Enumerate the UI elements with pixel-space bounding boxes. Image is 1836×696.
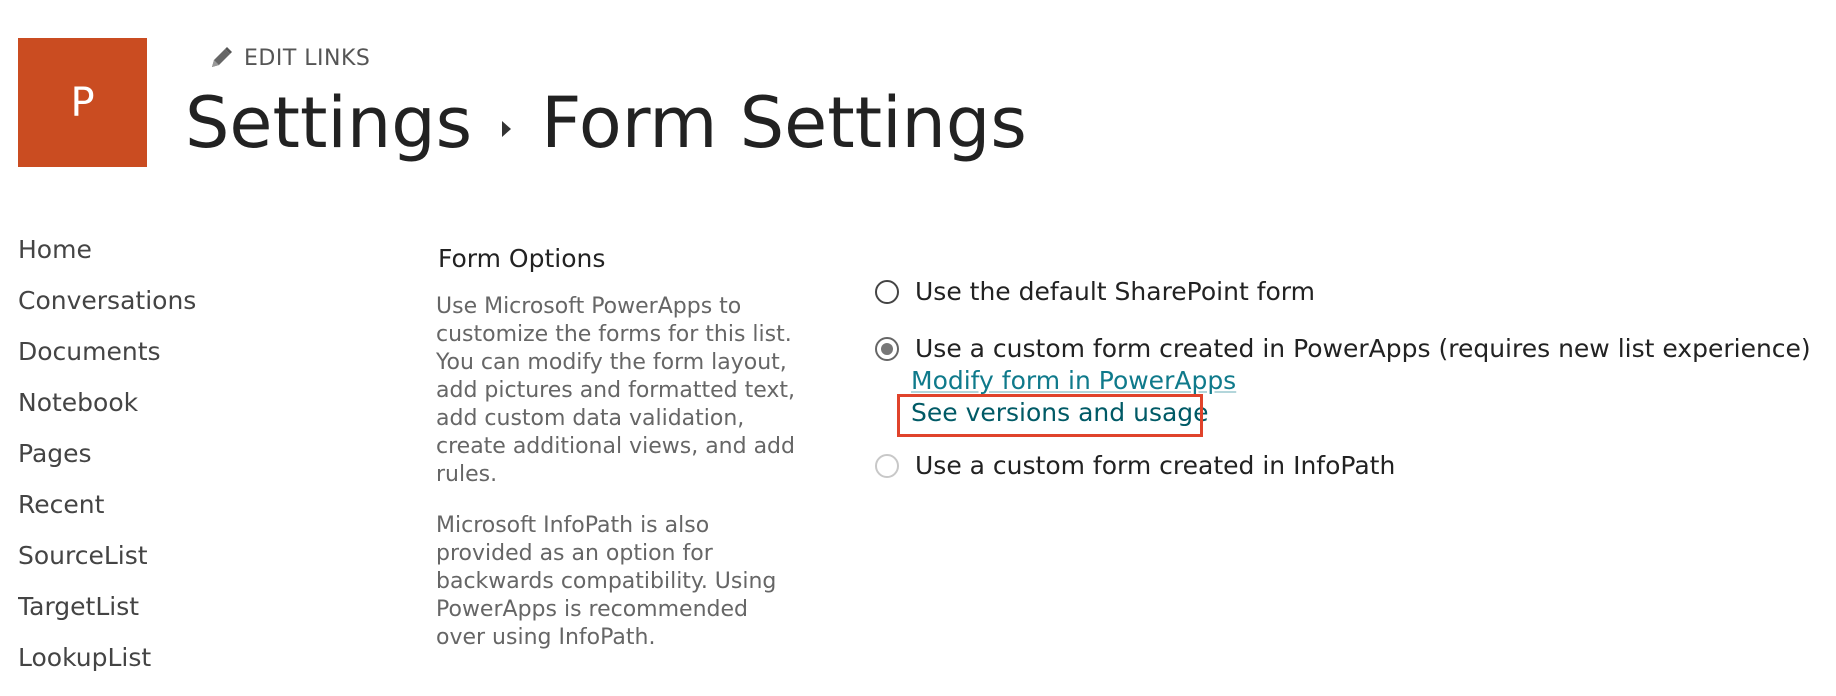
- radio-powerapps-form[interactable]: [875, 336, 899, 361]
- quick-launch-nav: Home Conversations Documents Notebook Pa…: [18, 224, 298, 696]
- edit-links-button[interactable]: EDIT LINKS: [208, 45, 370, 71]
- nav-item-pages[interactable]: Pages: [18, 428, 298, 479]
- nav-item-sourcelist[interactable]: SourceList: [18, 530, 298, 581]
- option-default-form[interactable]: Use the default SharePoint form: [875, 277, 1315, 306]
- breadcrumb-settings-link[interactable]: Settings: [185, 82, 472, 164]
- nav-item-recent[interactable]: Recent: [18, 479, 298, 530]
- nav-item-targetlist[interactable]: TargetList: [18, 581, 298, 632]
- nav-item-notebook[interactable]: Notebook: [18, 377, 298, 428]
- page-title: Form Settings: [541, 82, 1027, 164]
- breadcrumb: Settings Form Settings: [185, 80, 1027, 166]
- option-powerapps-form[interactable]: Use a custom form created in PowerApps (…: [875, 334, 1811, 363]
- pencil-icon: [212, 47, 232, 67]
- modify-form-link[interactable]: Modify form in PowerApps: [911, 366, 1236, 395]
- option-powerapps-form-label[interactable]: Use a custom form created in PowerApps (…: [915, 334, 1811, 363]
- form-options-description: Use Microsoft PowerApps to customize the…: [436, 294, 796, 487]
- radio-infopath-form[interactable]: [875, 453, 899, 478]
- caret-right-icon: [502, 121, 512, 137]
- nav-item-documents[interactable]: Documents: [18, 326, 298, 377]
- radio-default-form[interactable]: [875, 279, 899, 304]
- nav-item-home[interactable]: Home: [18, 224, 298, 275]
- infopath-description: Microsoft InfoPath is also provided as a…: [436, 513, 777, 650]
- option-infopath-form[interactable]: Use a custom form created in InfoPath: [875, 451, 1395, 480]
- nav-item-conversations[interactable]: Conversations: [18, 275, 298, 326]
- option-default-form-label[interactable]: Use the default SharePoint form: [915, 277, 1315, 306]
- form-options-title: Form Options: [438, 244, 606, 273]
- site-logo[interactable]: P: [18, 38, 147, 167]
- option-infopath-form-label[interactable]: Use a custom form created in InfoPath: [915, 451, 1395, 480]
- nav-item-lookuplist[interactable]: LookupList: [18, 632, 298, 683]
- site-logo-letter: P: [70, 79, 95, 126]
- edit-links-label: EDIT LINKS: [244, 45, 371, 71]
- see-versions-link[interactable]: See versions and usage: [911, 398, 1209, 427]
